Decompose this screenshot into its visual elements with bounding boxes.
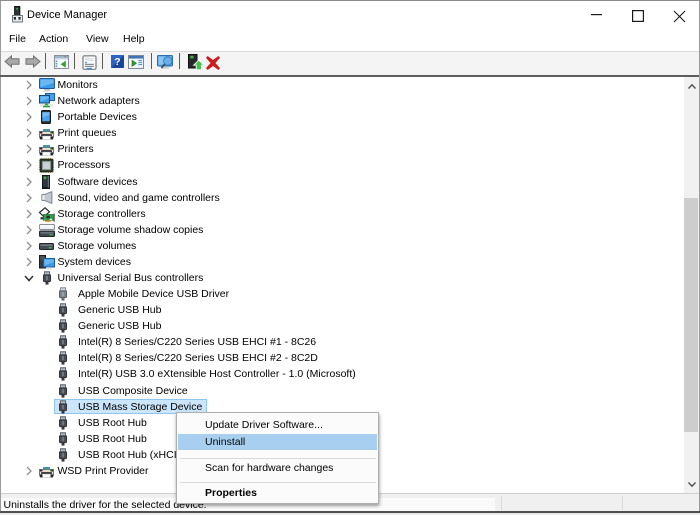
svg-text:?: ? [114, 56, 120, 68]
